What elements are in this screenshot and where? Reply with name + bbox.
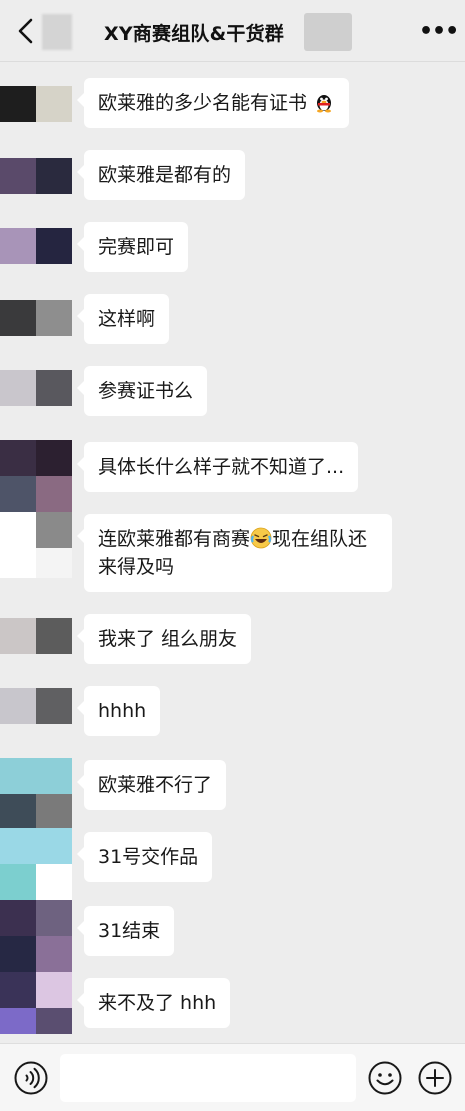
message-bubble[interactable]: 欧莱雅是都有的 [76,150,246,200]
plus-icon[interactable] [418,1061,452,1095]
avatar[interactable] [0,900,72,972]
avatar[interactable] [0,440,72,512]
voice-icon[interactable] [14,1061,48,1095]
avatar[interactable] [0,512,72,578]
message-bubble[interactable]: 欧莱雅的多少名能有证书 [76,78,350,128]
blurred-member-count [304,13,352,51]
input-bar [0,1043,465,1111]
chat-header: XY商赛组队&干货群 ••• [0,0,465,62]
avatar[interactable] [0,300,72,336]
message-text: 完赛即可 [98,236,175,258]
emoji-icon[interactable] [368,1061,402,1095]
message-bubble[interactable]: 完赛即可 [76,222,189,272]
chat-title: XY商赛组队&干货群 [104,23,284,45]
message-bubble[interactable]: 这样啊 [76,294,170,344]
avatar[interactable] [0,228,72,264]
laughing-tears-icon [250,527,272,549]
more-dots-icon[interactable]: ••• [419,21,459,43]
message-list[interactable]: 欧莱雅的多少名能有证书 欧莱雅是都有的 完赛即可 这样啊 参赛证书么 具体长什么… [0,62,465,1040]
message-input[interactable] [60,1054,356,1102]
message-text: 这样啊 [98,308,156,330]
qq-penguin-icon [317,95,332,113]
message-text: 具体长什么样子就不知道了... [98,456,345,478]
message-bubble[interactable]: 参赛证书么 [76,366,208,416]
message-bubble[interactable]: hhhh [76,686,161,736]
message-bubble[interactable]: 31号交作品 [76,832,213,882]
message-text: 连欧莱雅都有商赛 [98,528,251,550]
chevron-left-icon[interactable] [14,16,40,46]
message-bubble[interactable]: 欧莱雅不行了 [76,760,227,810]
blurred-unread-count [42,14,72,50]
avatar[interactable] [0,158,72,194]
message-text: 31号交作品 [98,846,199,868]
message-text: 来不及了 hhh [98,992,217,1014]
message-text: 参赛证书么 [98,380,194,402]
avatar[interactable] [0,758,72,828]
message-bubble[interactable]: 来不及了 hhh [76,978,231,1028]
message-text: hhhh [98,700,147,722]
message-bubble[interactable]: 具体长什么样子就不知道了... [76,442,359,492]
avatar[interactable] [0,828,72,900]
avatar[interactable] [0,618,72,654]
avatar[interactable] [0,972,72,1034]
message-bubble[interactable]: 我来了 组么朋友 [76,614,252,664]
avatar[interactable] [0,370,72,406]
message-text: 31结束 [98,920,161,942]
message-bubble[interactable]: 连欧莱雅都有商赛 现在组队还来得及吗 [77,514,392,592]
message-text: 欧莱雅的多少名能有证书 [98,92,308,114]
message-text: 欧莱雅不行了 [98,774,213,796]
message-text: 欧莱雅是都有的 [98,164,232,186]
message-bubble[interactable]: 31结束 [76,906,175,956]
avatar[interactable] [0,688,72,724]
avatar[interactable] [0,86,72,122]
message-text: 我来了 组么朋友 [98,628,238,650]
